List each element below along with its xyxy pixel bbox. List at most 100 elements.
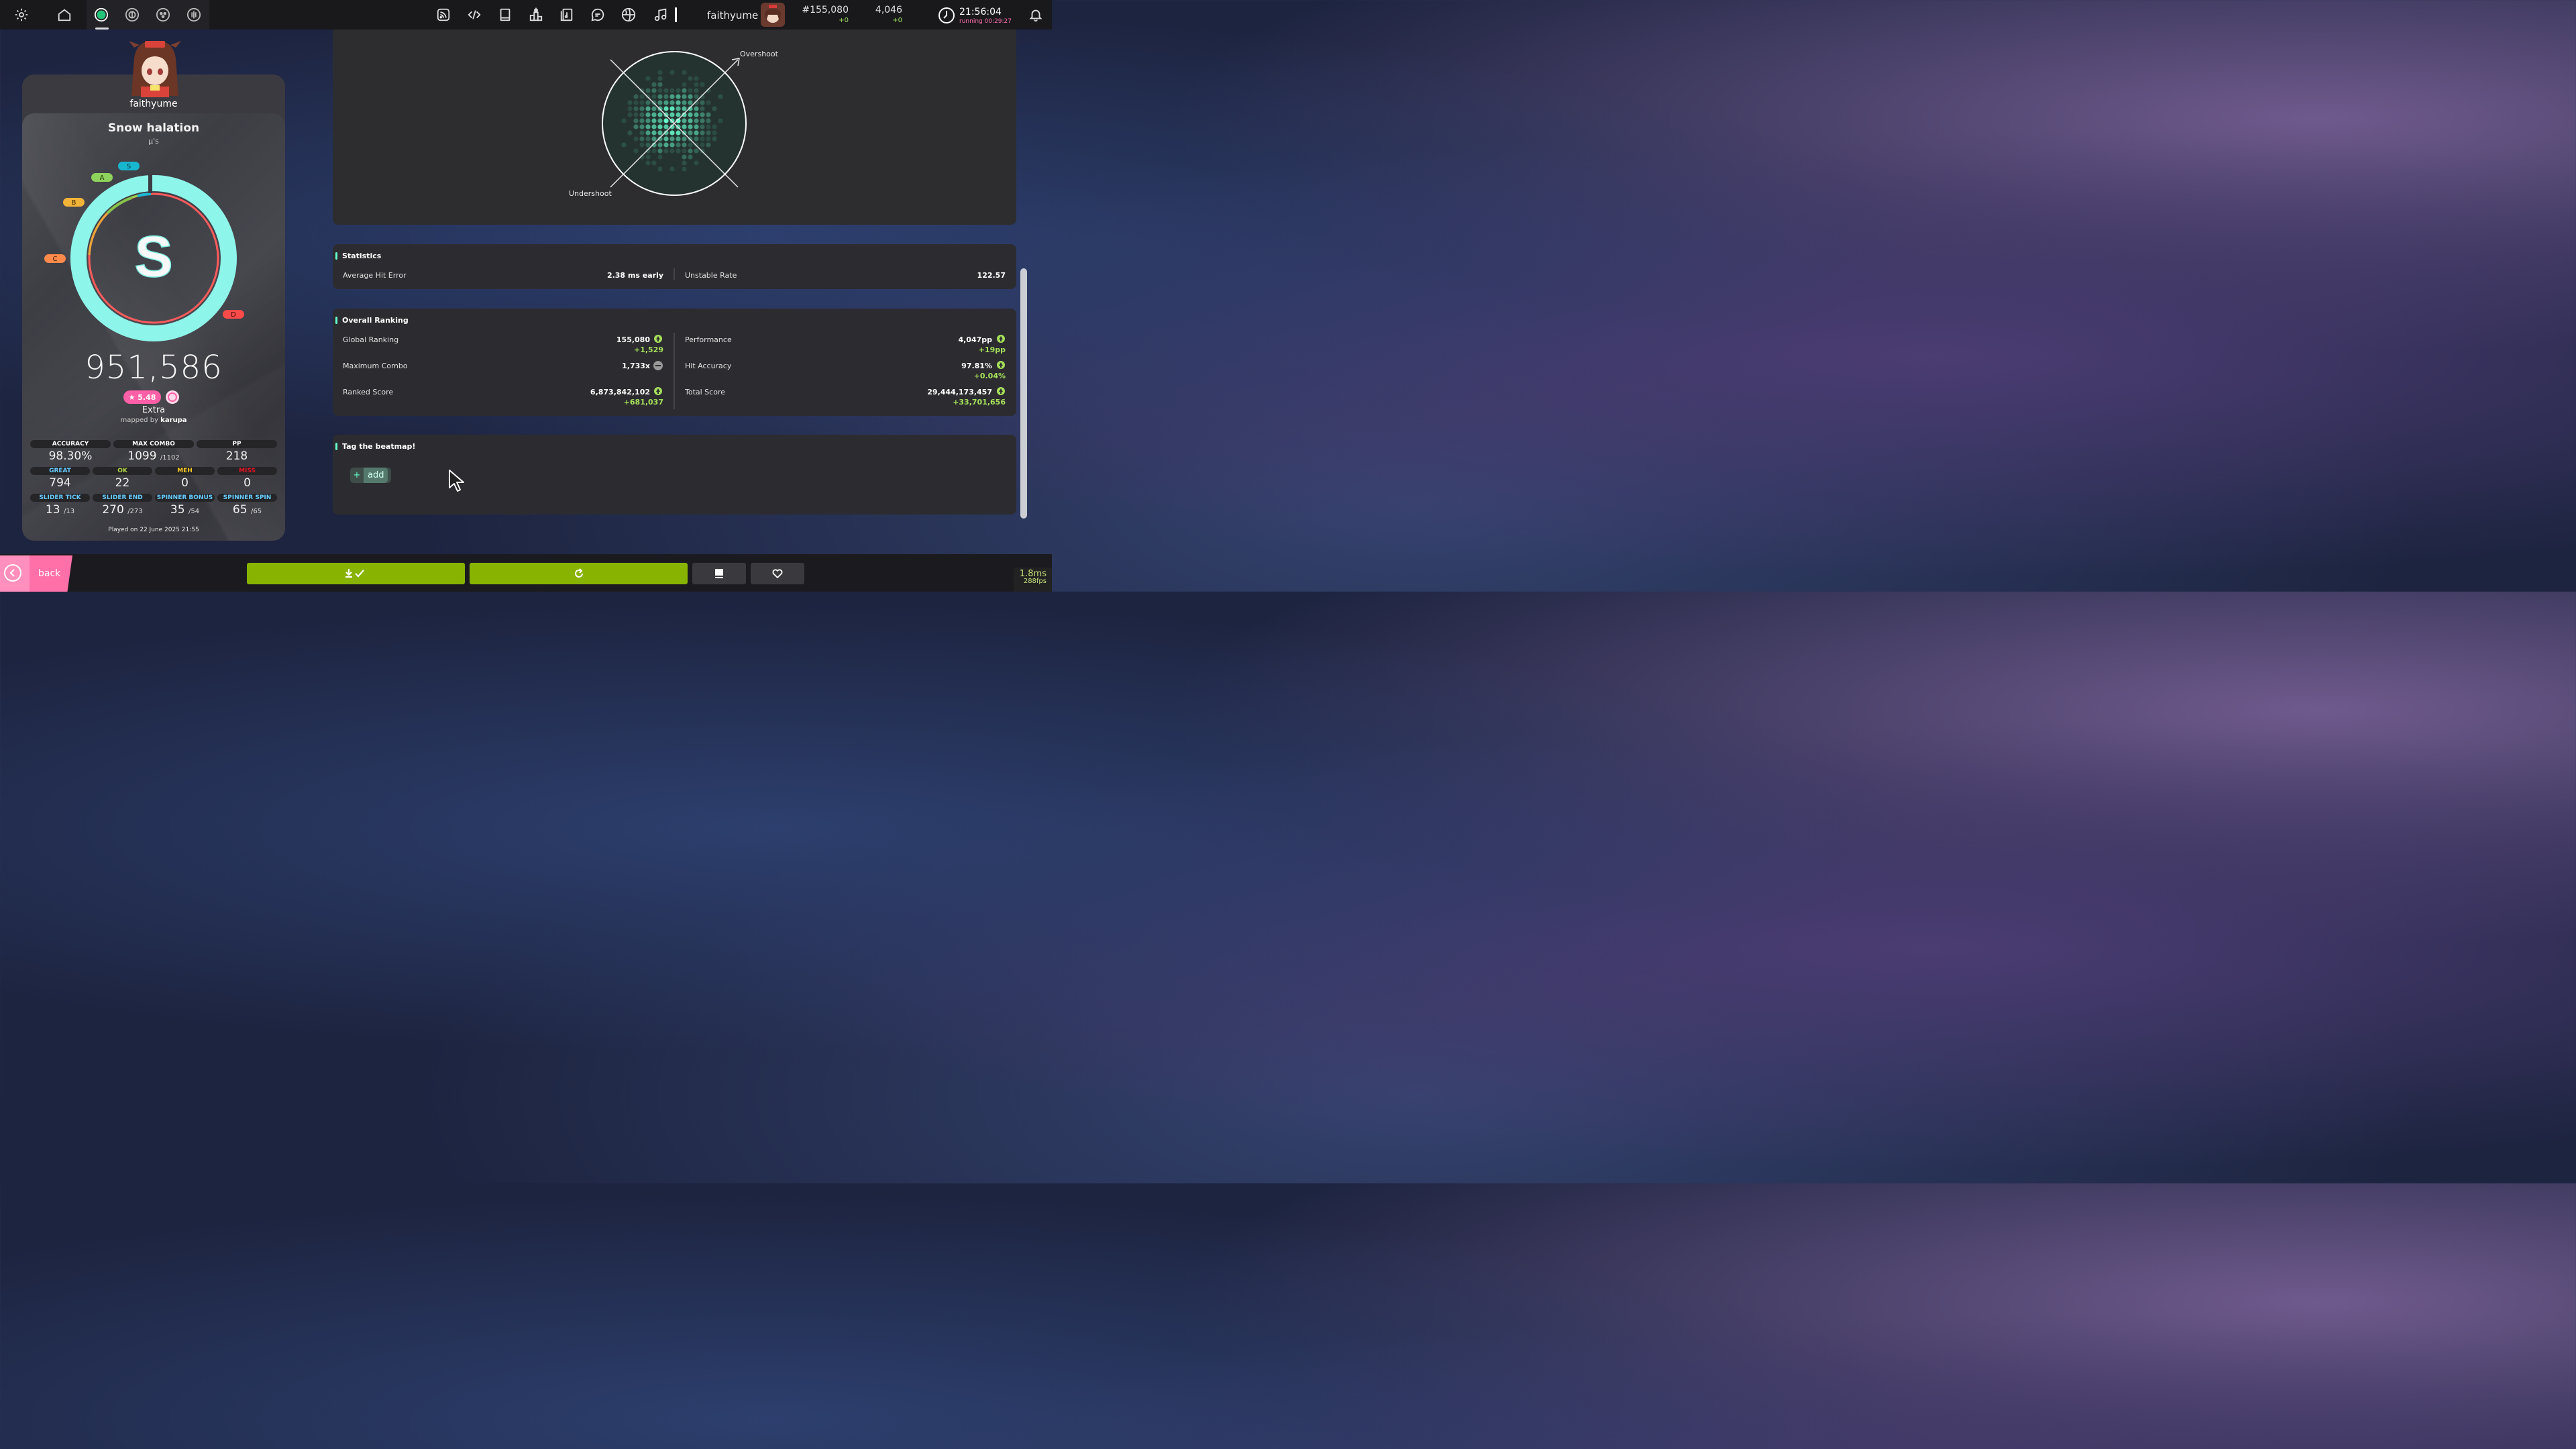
stat-meh: MEH 0	[154, 467, 216, 490]
maximum-combo-label: Maximum Combo	[343, 362, 408, 370]
stat-value: 270	[102, 503, 124, 517]
hit-dot	[669, 112, 675, 117]
stat-pp: PP 218	[195, 440, 278, 463]
stat-value: 0	[181, 476, 189, 490]
stat-value: 13	[45, 503, 60, 517]
hit-dot	[682, 88, 687, 93]
hit-dot	[688, 100, 693, 105]
stat-miss: MISS 0	[216, 467, 278, 490]
ranking-icon[interactable]	[527, 5, 545, 24]
hit-dot	[706, 142, 711, 148]
stat-label: MEH	[155, 467, 215, 475]
hit-dot	[657, 82, 663, 87]
mapper-name[interactable]: karupa	[160, 417, 186, 424]
results-scrollbar[interactable]	[1020, 268, 1027, 519]
mania-ruleset-icon[interactable]	[184, 5, 203, 24]
add-tag-button[interactable]: + add	[350, 468, 391, 483]
hit-dot	[688, 118, 693, 123]
svg-text:B: B	[72, 199, 76, 207]
hit-dot	[645, 136, 651, 142]
stat-value: 22	[115, 476, 130, 490]
stat-label: SPINNER SPIN	[217, 494, 277, 502]
mod-icon[interactable]	[166, 390, 179, 404]
code-icon[interactable]	[465, 5, 484, 24]
download-replay-button[interactable]	[247, 563, 465, 584]
rss-icon[interactable]	[434, 5, 453, 24]
total-score: 951,586	[85, 349, 223, 386]
hit-dot	[663, 124, 669, 129]
hit-dot	[682, 82, 687, 87]
hit-dot	[694, 106, 699, 111]
music-icon[interactable]	[651, 5, 670, 24]
hit-dot	[669, 130, 675, 136]
hit-accuracy-delta: +0.04%	[973, 372, 1006, 380]
taiko-ruleset-icon[interactable]	[123, 5, 142, 24]
unstable-rate-label: Unstable Rate	[685, 271, 737, 280]
maximum-combo-value: 1,733x	[622, 362, 650, 370]
running-time: running 00:29:27	[959, 18, 1012, 25]
pp-stat: 4,046 +0	[865, 5, 902, 25]
clock-time: 21:56:04	[959, 7, 1002, 17]
player-name[interactable]: faithyume	[22, 99, 285, 109]
arrow-up-icon	[997, 361, 1005, 369]
favourite-button[interactable]	[751, 563, 804, 584]
hit-dot	[694, 160, 699, 166]
hit-dot	[700, 100, 705, 105]
clock-icon[interactable]	[938, 7, 955, 24]
retry-button[interactable]	[470, 563, 688, 584]
hit-dot	[712, 136, 717, 142]
grade-label-b: B	[63, 198, 85, 207]
star-rating-badge: ★ 5.48	[123, 390, 161, 404]
stat-value: 218	[225, 449, 248, 463]
stat-slider-tick: SLIDER TICK 13 /13	[29, 494, 91, 517]
osu-ruleset-icon[interactable]	[92, 5, 111, 24]
book-icon[interactable]	[496, 5, 515, 24]
beatmap-info-button[interactable]	[692, 563, 746, 584]
replay-icon	[574, 568, 583, 578]
hit-dot	[651, 88, 657, 93]
beatmap-listing-icon[interactable]	[557, 5, 576, 24]
notifications-bell-icon[interactable]	[1026, 5, 1045, 24]
grade-label-d: D	[223, 310, 244, 319]
stat-max: /13	[63, 508, 75, 515]
stat-label: OK	[93, 467, 152, 475]
back-arrow-icon	[4, 564, 21, 582]
toolbar-avatar[interactable]	[761, 3, 785, 27]
catch-ruleset-icon[interactable]	[154, 5, 172, 24]
hit-dot	[700, 136, 705, 142]
globe-icon[interactable]	[619, 5, 638, 24]
stat-label: GREAT	[30, 467, 90, 475]
settings-icon[interactable]	[12, 5, 31, 24]
undershoot-label: Undershoot	[569, 189, 612, 198]
global-rank-value: #155,080	[802, 5, 849, 15]
hit-dot	[657, 148, 663, 154]
ranked-score-label: Ranked Score	[343, 388, 394, 396]
unstable-rate-value: 122.57	[977, 271, 1006, 280]
hit-dot	[663, 136, 669, 142]
stat-slider-end: SLIDER END 270 /273	[91, 494, 154, 517]
overall-ranking-panel: Overall Ranking Global Ranking 155,080 +…	[333, 309, 1016, 416]
hit-dot	[645, 106, 651, 111]
toolbar-username[interactable]: faithyume	[707, 9, 758, 21]
stat-spinner-spin: SPINNER SPIN 65 /65	[216, 494, 278, 517]
back-button[interactable]: back	[0, 555, 72, 592]
player-avatar[interactable]	[127, 38, 182, 97]
fps-value: 288fps	[1023, 578, 1046, 585]
hit-dot	[657, 88, 663, 93]
hit-dot	[676, 112, 681, 117]
ring-gap-marker	[148, 173, 152, 193]
mapped-by-prefix: mapped by	[120, 417, 158, 424]
global-ranking-label: Global Ranking	[343, 335, 399, 344]
home-icon[interactable]	[55, 5, 74, 24]
hit-dot	[700, 106, 705, 111]
chat-icon[interactable]	[588, 5, 607, 24]
hit-dot	[627, 106, 633, 111]
stat-max: /65	[250, 508, 262, 515]
hit-dot	[682, 142, 687, 148]
download-check-icon	[345, 569, 364, 578]
hit-dot	[682, 124, 687, 129]
grade-label-c: C	[44, 254, 66, 263]
total-score-value: 29,444,173,457	[927, 388, 992, 396]
hit-dot	[663, 142, 669, 148]
hit-dot	[651, 130, 657, 136]
